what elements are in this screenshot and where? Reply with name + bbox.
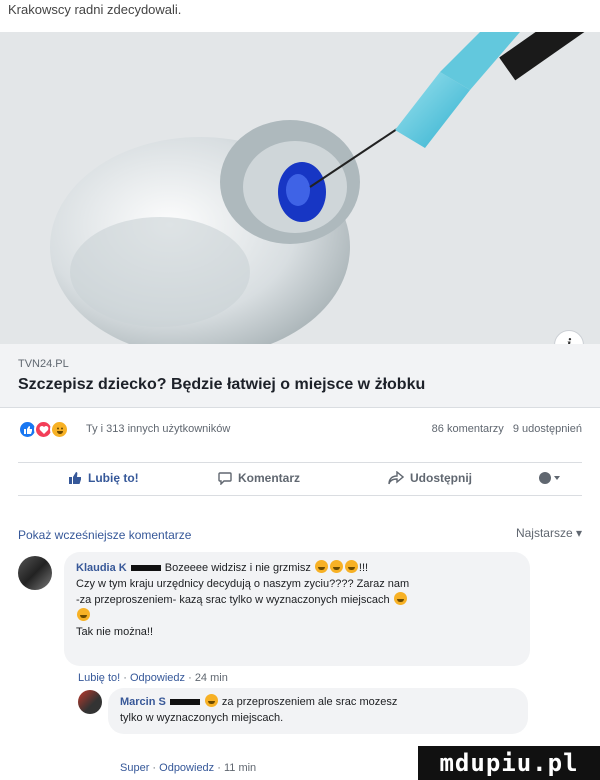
comment-text: -za przeproszeniem- kazą srac tylko w wy… xyxy=(76,594,390,606)
avatar[interactable] xyxy=(78,690,102,714)
reaction-icons[interactable] xyxy=(18,420,69,439)
comment-bubble: Marcin S za przeproszeniem ale srac moze… xyxy=(108,688,528,734)
thumbs-up-icon xyxy=(69,472,81,484)
emoji-icon xyxy=(344,560,358,573)
comment-line xyxy=(76,608,518,624)
like-button[interactable]: Lubię to! xyxy=(68,471,139,485)
watermark-logo: mdupiu.pl xyxy=(418,746,600,780)
comment-author[interactable]: Klaudia K xyxy=(76,562,127,574)
vaccine-vial-illustration xyxy=(0,32,600,344)
share-button[interactable]: Udostępnij xyxy=(388,471,472,485)
like-button-label: Lubię to! xyxy=(88,471,139,485)
emoji-icon xyxy=(314,560,328,573)
link-preview-image[interactable] xyxy=(0,32,600,344)
emoji-icon xyxy=(77,608,90,621)
comment-author[interactable]: Marcin S xyxy=(120,696,166,708)
reactions-counts: 86 komentarzy 9 udostępnień xyxy=(426,423,582,435)
share-button-label: Udostępnij xyxy=(410,471,472,485)
reactions-summary[interactable]: Ty i 313 innych użytkowników xyxy=(86,423,230,435)
comment-actions: Super · Odpowiedz · 11 min xyxy=(120,762,257,774)
comment-text: za przeproszeniem ale srac mozesz xyxy=(221,696,398,708)
censor-bar xyxy=(169,699,200,706)
comment-line: -za przeproszeniem- kazą srac tylko w wy… xyxy=(76,592,518,608)
emoji-icon xyxy=(204,694,218,707)
comment-time[interactable]: 11 min xyxy=(224,762,256,774)
post-text: Krakowscy radni zdecydowali. xyxy=(8,2,182,17)
comment-text: Bozeeee widzisz i nie grzmisz xyxy=(164,562,311,574)
comment-time[interactable]: 24 min xyxy=(195,672,228,684)
comment-bubble: Klaudia K Bozeeee widzisz i nie grzmisz !… xyxy=(64,552,530,666)
comment-line: Czy w tym kraju urzędnicy decydują o nas… xyxy=(76,578,410,590)
comment-sort-dropdown[interactable]: Najstarsze ▾ xyxy=(516,526,582,540)
emoji-icon xyxy=(393,592,407,605)
audience-selector[interactable] xyxy=(538,471,568,485)
comment-icon xyxy=(218,472,232,485)
haha-icon xyxy=(50,420,69,439)
comment-reaction-label[interactable]: Super xyxy=(120,762,149,774)
reactions-row: Ty i 313 innych użytkowników 86 komentar… xyxy=(18,420,582,442)
shares-count[interactable]: 9 udostępnień xyxy=(513,423,582,435)
link-title[interactable]: Szczepisz dziecko? Będzie łatwiej o miej… xyxy=(18,376,425,394)
comment-button[interactable]: Komentarz xyxy=(218,471,300,485)
censor-bar xyxy=(130,565,161,572)
share-icon xyxy=(388,471,404,485)
link-domain: TVN24.PL xyxy=(18,358,69,370)
link-preview-meta[interactable]: TVN24.PL Szczepisz dziecko? Będzie łatwi… xyxy=(0,344,600,408)
comment-line: Klaudia K Bozeeee widzisz i nie grzmisz !… xyxy=(76,560,518,576)
comment-like-link[interactable]: Lubię to! xyxy=(78,672,120,684)
comment-text: !!! xyxy=(358,562,369,574)
globe-chevron-icon xyxy=(539,472,560,484)
comment-button-label: Komentarz xyxy=(238,471,301,485)
show-previous-comments-link[interactable]: Pokaż wcześniejsze komentarze xyxy=(18,528,191,542)
comment-line: tylko w wyznaczonych miejscach. xyxy=(120,712,284,724)
emoji-icon xyxy=(329,560,343,573)
comment-actions: Lubię to! · Odpowiedz · 24 min xyxy=(78,672,228,684)
comment-line: Marcin S za przeproszeniem ale srac moze… xyxy=(120,694,516,710)
comment-reply-link[interactable]: Odpowiedz xyxy=(130,672,185,684)
comment-reply-link[interactable]: Odpowiedz xyxy=(159,762,214,774)
comments-count[interactable]: 86 komentarzy xyxy=(432,423,504,435)
post-action-bar: Lubię to! Komentarz Udostępnij xyxy=(18,462,582,496)
comment-line: Tak nie można!! xyxy=(76,626,154,638)
avatar[interactable] xyxy=(18,556,52,590)
